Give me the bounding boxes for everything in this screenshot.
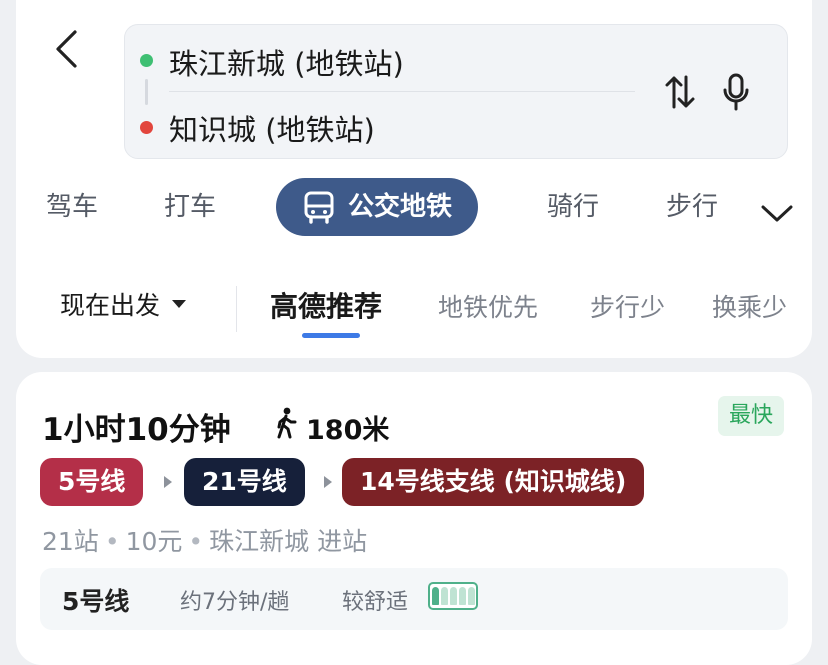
crowd-person-icon: [449, 587, 457, 605]
fare: 10元: [125, 527, 183, 556]
back-arrow-icon: [56, 30, 77, 68]
tab-transit-label: 公交地铁: [348, 192, 453, 222]
origin-dot: [140, 54, 153, 67]
meta-separator: •: [188, 527, 204, 556]
tab-walk[interactable]: 步行: [666, 178, 718, 236]
sort-tab-fewer-transfers[interactable]: 换乘少: [712, 288, 787, 324]
depart-time-dropdown[interactable]: 现在出发: [60, 286, 187, 322]
transfer-arrow-icon: [324, 476, 332, 488]
tab-transit[interactable]: 公交地铁: [276, 178, 479, 236]
line-info-bar: 5号线 约7分钟/趟 较舒适: [40, 568, 788, 630]
back-button[interactable]: [46, 24, 86, 74]
transfer-arrow-icon: [164, 476, 172, 488]
crowd-level-icon: [428, 582, 478, 610]
route-input-box: 珠江新城 (地铁站) 知识城 (地铁站): [124, 24, 788, 159]
trip-meta: 21站 • 10元 • 珠江新城 进站: [42, 522, 367, 558]
route-connector: [145, 79, 148, 105]
route-result-card[interactable]: 1小时10分钟 180米 最快 5号线 21号线 14号线支线 (知识城线) 2…: [16, 372, 812, 665]
sort-tab-less-walking[interactable]: 步行少: [590, 288, 665, 324]
caret-down-icon: [172, 300, 187, 308]
destination-field[interactable]: 知识城 (地铁站): [169, 107, 375, 149]
walking-person-icon: [277, 407, 297, 439]
info-line-name: 5号线: [62, 587, 130, 616]
crowd-person-icon: [431, 587, 439, 605]
chevron-down-icon: [761, 205, 793, 222]
route-planner-card: 珠江新城 (地铁站) 知识城 (地铁站) 驾车 打车 公交地铁 骑行 步行 现在…: [16, 0, 812, 358]
trip-duration: 1小时10分钟: [42, 412, 231, 448]
swap-button[interactable]: [659, 71, 701, 113]
active-sort-indicator: [302, 333, 360, 338]
crowd-person-icon: [467, 587, 475, 605]
route-divider: [169, 91, 635, 92]
meta-separator: •: [104, 527, 120, 556]
comfort-level: 较舒适: [342, 590, 409, 615]
sort-tab-recommended[interactable]: 高德推荐: [270, 285, 382, 325]
destination-dot: [140, 121, 153, 134]
sort-divider: [236, 286, 237, 332]
line-chip-21: 21号线: [184, 458, 305, 506]
tab-bike[interactable]: 骑行: [547, 178, 599, 236]
line-chip-14-branch: 14号线支线 (知识城线): [342, 458, 645, 506]
tab-taxi[interactable]: 打车: [164, 178, 216, 236]
line-chip-5: 5号线: [40, 458, 144, 506]
more-modes-button[interactable]: [756, 192, 798, 234]
crowd-person-icon: [440, 587, 448, 605]
entry-station: 珠江新城 进站: [209, 527, 368, 556]
swap-icon: [665, 75, 695, 109]
sort-tab-subway-first[interactable]: 地铁优先: [438, 288, 538, 324]
depart-time-label: 现在出发: [60, 291, 161, 320]
walk-distance: 180米: [306, 415, 390, 446]
fastest-badge: 最快: [718, 396, 785, 436]
voice-input-button[interactable]: [715, 71, 757, 113]
tab-drive[interactable]: 驾车: [46, 178, 98, 236]
train-frequency: 约7分钟/趟: [180, 590, 290, 615]
microphone-icon: [723, 73, 749, 111]
origin-field[interactable]: 珠江新城 (地铁站): [169, 41, 404, 83]
station-count: 21站: [42, 527, 99, 556]
bus-icon: [304, 191, 334, 224]
crowd-person-icon: [458, 587, 466, 605]
